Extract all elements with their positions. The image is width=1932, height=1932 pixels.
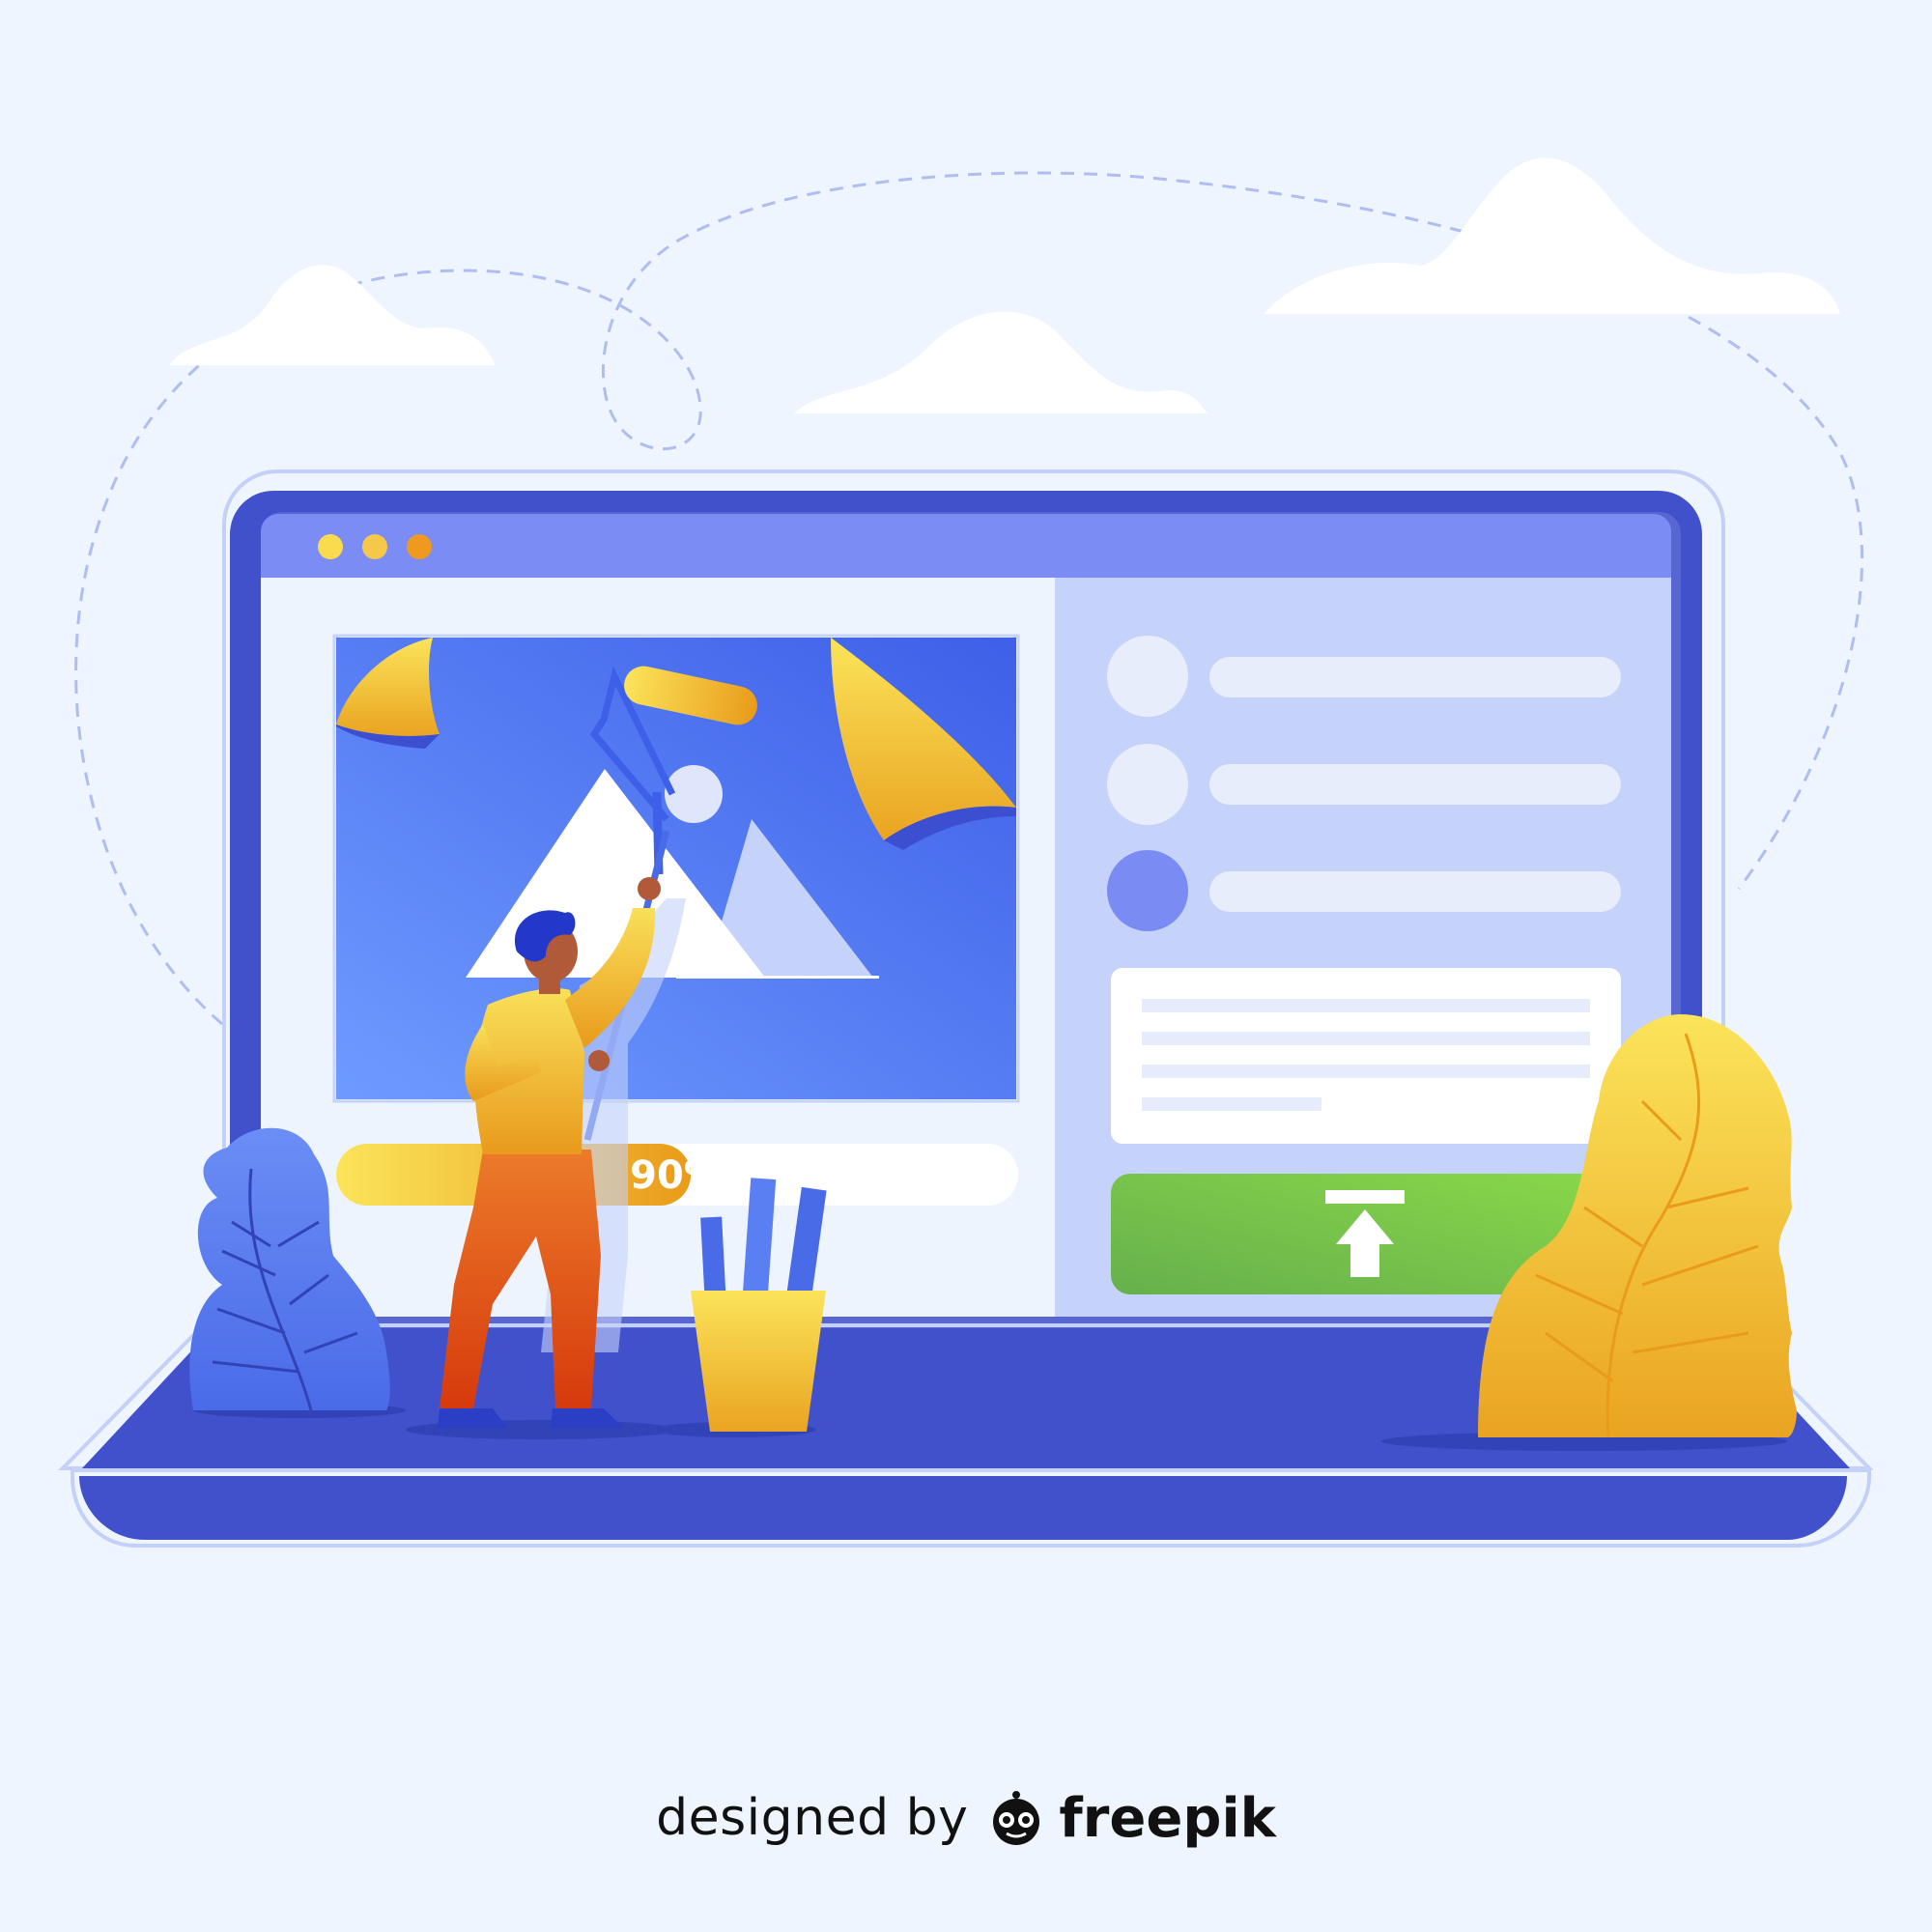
list-line-3 [1209, 871, 1621, 912]
progress-label: 90% [630, 1153, 723, 1198]
cloud-left [169, 265, 496, 365]
credit-prefix: designed by [656, 1789, 969, 1847]
credit-brand: freepik [1059, 1786, 1276, 1850]
list-line-1 [1209, 657, 1621, 697]
illustration: 90% [58, 157, 1874, 1548]
window-dot-1[interactable] [318, 534, 343, 559]
window-dot-2[interactable] [362, 534, 387, 559]
cloud-middle [794, 311, 1208, 413]
freepik-logo-icon [993, 1791, 1040, 1845]
list-line-2 [1209, 764, 1621, 805]
radio-list [1107, 636, 1621, 931]
window-dot-3[interactable] [407, 534, 432, 559]
credit: designed by freepik [0, 1779, 1932, 1857]
cloud-right [1264, 157, 1840, 314]
progress-bar: 90% [336, 1144, 1018, 1206]
text-card [1111, 968, 1621, 1144]
radio-2[interactable] [1107, 744, 1188, 825]
radio-3-selected[interactable] [1107, 850, 1188, 931]
sun-icon [665, 765, 723, 823]
radio-1[interactable] [1107, 636, 1188, 717]
